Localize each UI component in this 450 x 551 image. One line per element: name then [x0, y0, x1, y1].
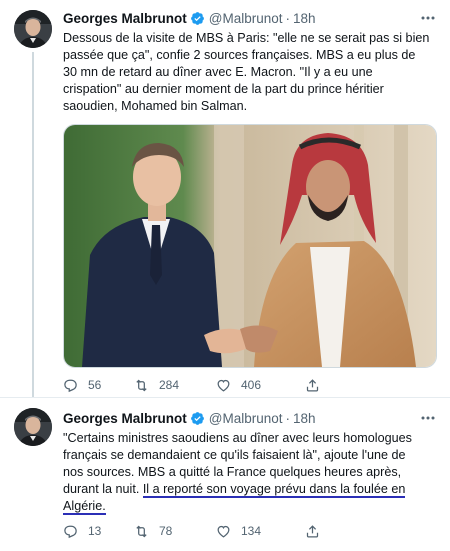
tweet-1[interactable]: Georges Malbrunot @Malbrunot · 18h Desso… [0, 0, 450, 398]
annotation-underlined-text: Il a reporté son voyage prévu dans la fo… [142, 482, 406, 498]
tweet-text-line: "Certains ministres saoudiens au dîner a… [63, 431, 412, 445]
author-handle[interactable]: @Malbrunot [209, 11, 283, 26]
tweet-text-line: français se demandaient ce qu'ils faisai… [63, 448, 406, 462]
retweet-button[interactable]: 78 [134, 524, 216, 539]
tweet-photo[interactable] [63, 124, 437, 368]
share-icon [306, 378, 319, 391]
more-icon[interactable] [418, 410, 438, 428]
tweet-text-line: durant la nuit. Il a reporté son voyage … [63, 481, 435, 498]
reply-count: 56 [88, 378, 102, 392]
avatar[interactable] [14, 408, 52, 446]
tweet-text-line: crispation" au dernier moment de la part… [63, 82, 384, 96]
share-button[interactable] [305, 378, 330, 393]
annotation-underlined-text: Algérie. [63, 499, 106, 515]
avatar-image [14, 408, 52, 446]
tweet-text-line: nos sources. MBS a quitté la France quel… [63, 465, 402, 479]
tweet-text-segment: durant la nuit. [63, 482, 143, 496]
author-handle[interactable]: @Malbrunot [209, 411, 283, 426]
tweet-text-line: passée que ça", confie 2 sources françai… [63, 48, 416, 62]
thread-connector-line [32, 52, 34, 398]
tweet-actions: 13 78 134 [63, 521, 393, 541]
tweet-2[interactable]: Georges Malbrunot @Malbrunot · 18h "Cert… [0, 398, 450, 551]
tweet-text: "Certains ministres saoudiens au dîner a… [63, 430, 435, 515]
more-icon[interactable] [418, 10, 438, 28]
separator-dot: · [285, 410, 291, 426]
like-count: 134 [241, 524, 262, 538]
separator-dot: · [285, 10, 291, 26]
retweet-button[interactable]: 284 [134, 378, 216, 393]
tweet-text-line: Algérie. [63, 498, 435, 515]
retweet-icon [136, 379, 147, 391]
tweet-header: Georges Malbrunot @Malbrunot · 18h [63, 408, 316, 428]
tweet-text-line: Dessous de la visite de MBS à Paris: "el… [63, 31, 430, 45]
verified-badge-icon [190, 11, 205, 26]
avatar-image [14, 10, 52, 48]
reply-button[interactable]: 56 [63, 378, 134, 393]
avatar[interactable] [14, 10, 52, 48]
reply-icon [64, 525, 77, 538]
tweet-actions: 56 284 406 [63, 375, 393, 395]
like-button[interactable]: 134 [216, 524, 305, 539]
share-button[interactable] [305, 524, 330, 539]
author-name[interactable]: Georges Malbrunot [63, 11, 187, 26]
reply-button[interactable]: 13 [63, 524, 134, 539]
reply-icon [64, 379, 77, 392]
tweet-text-line: 30 mn de retard au dîner avec E. Macron.… [63, 65, 373, 79]
retweet-count: 284 [159, 378, 180, 392]
reply-count: 13 [88, 524, 102, 538]
retweet-count: 78 [159, 524, 173, 538]
like-button[interactable]: 406 [216, 378, 305, 393]
like-count: 406 [241, 378, 262, 392]
timestamp[interactable]: 18h [293, 411, 316, 426]
tweet-text: Dessous de la visite de MBS à Paris: "el… [63, 30, 435, 115]
tweet-header: Georges Malbrunot @Malbrunot · 18h [63, 8, 316, 28]
timestamp[interactable]: 18h [293, 11, 316, 26]
tweet-text-line: saoudien, Mohamed bin Salman. [63, 99, 248, 113]
photo-image [64, 125, 436, 367]
share-icon [306, 524, 319, 537]
retweet-icon [136, 525, 147, 537]
author-name[interactable]: Georges Malbrunot [63, 411, 187, 426]
heart-icon [217, 379, 230, 392]
heart-icon [217, 525, 230, 538]
verified-badge-icon [190, 411, 205, 426]
